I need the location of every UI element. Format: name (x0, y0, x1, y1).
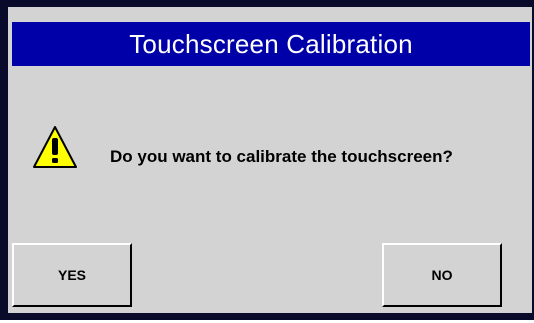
dialog-message: Do you want to calibrate the touchscreen… (110, 147, 453, 166)
calibration-dialog: Touchscreen Calibration Do you want to c… (8, 7, 532, 313)
no-button-label: NO (431, 267, 453, 283)
yes-button-label: YES (57, 267, 86, 283)
dialog-title: Touchscreen Calibration (129, 28, 413, 59)
dialog-title-bar: Touchscreen Calibration (12, 22, 530, 66)
no-button[interactable]: NO (382, 243, 502, 307)
yes-button[interactable]: YES (12, 243, 132, 307)
warning-icon (33, 126, 77, 168)
